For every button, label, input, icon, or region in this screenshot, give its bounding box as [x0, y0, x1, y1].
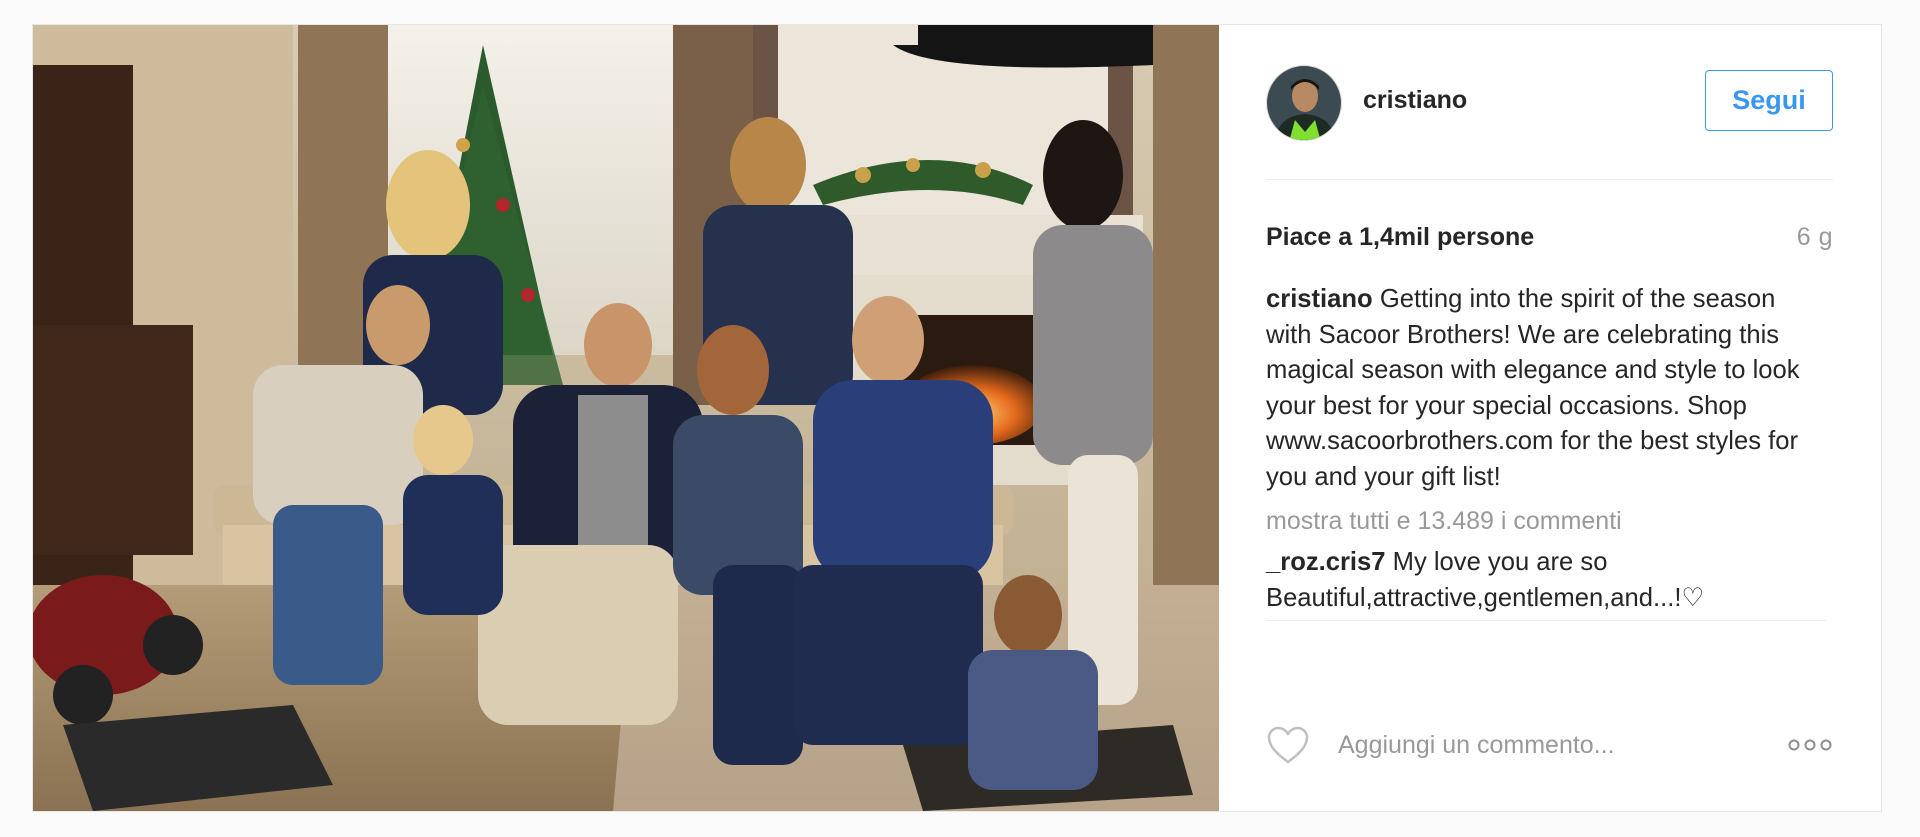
post-timestamp[interactable]: 6 g	[1797, 223, 1833, 252]
post-author-username[interactable]: cristiano	[1363, 86, 1705, 115]
photo-illustration	[33, 25, 1219, 811]
post-caption: cristiano Getting into the spirit of the…	[1266, 282, 1826, 495]
avatar-image	[1267, 66, 1341, 140]
post-sidebar: cristiano Segui Piace a 1,4mil persone 6…	[1219, 25, 1881, 811]
caption-text: Getting into the spirit of the season wi…	[1266, 285, 1800, 491]
view-all-comments-link[interactable]: mostra tutti e 13.489 i commenti	[1266, 504, 1833, 538]
post-header: cristiano Segui	[1266, 25, 1833, 180]
post-actions	[1266, 721, 1833, 769]
add-comment-input[interactable]	[1336, 729, 1787, 761]
avatar[interactable]	[1266, 65, 1342, 141]
comment-author[interactable]: _roz.cris7	[1266, 548, 1386, 576]
likes-count[interactable]: Piace a 1,4mil persone	[1266, 223, 1534, 252]
ellipsis-icon[interactable]	[1787, 738, 1833, 752]
instagram-post: cristiano Segui Piace a 1,4mil persone 6…	[32, 24, 1882, 812]
post-photo[interactable]	[33, 25, 1219, 811]
heart-outline-icon[interactable]	[1266, 725, 1310, 765]
likes-row: Piace a 1,4mil persone 6 g	[1266, 220, 1833, 254]
follow-button[interactable]: Segui	[1705, 70, 1833, 131]
caption-author[interactable]: cristiano	[1266, 285, 1373, 313]
comment-item: _roz.cris7 My love you are so Beautiful,…	[1266, 545, 1826, 621]
